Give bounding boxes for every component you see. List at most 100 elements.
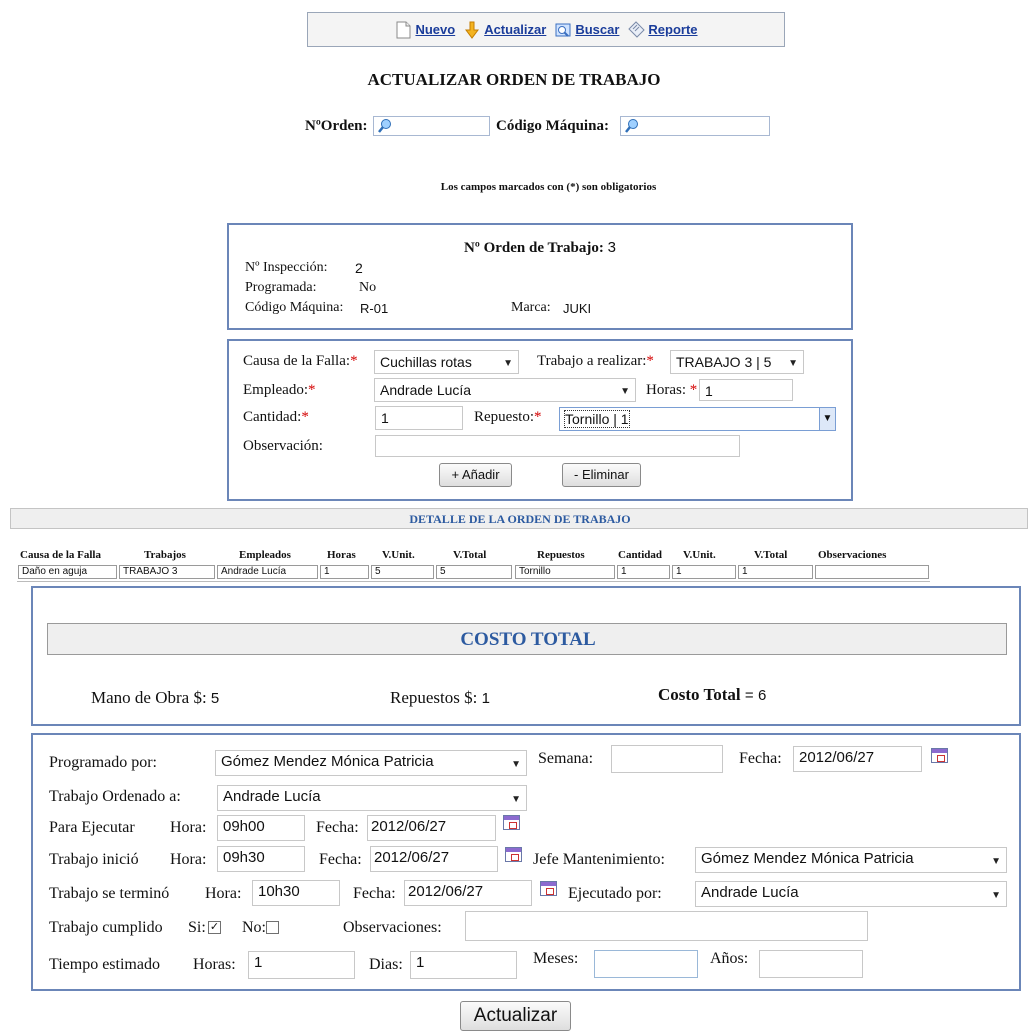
fecha-label: Fecha:: [739, 750, 782, 767]
td-observaciones: [815, 565, 929, 579]
empleado-label: Empleado:*: [243, 382, 316, 398]
chevron-down-icon: ▼: [991, 856, 1001, 867]
search-icon: [377, 119, 393, 135]
toolbar-reporte[interactable]: Reporte: [627, 20, 698, 39]
causa-select[interactable]: Cuchillas rotas ▼: [374, 350, 519, 374]
mano-obra: Mano de Obra $: 5: [91, 688, 219, 708]
th-cantidad: Cantidad: [618, 549, 663, 561]
toolbar: Nuevo Actualizar Buscar Reporte: [307, 12, 785, 47]
cost-title: COSTO TOTAL: [460, 629, 596, 650]
semana-input[interactable]: [611, 745, 723, 773]
termino-hora-input[interactable]: 10h30: [252, 880, 340, 906]
jefe-select[interactable]: Gómez Mendez Mónica Patricia ▼: [695, 847, 1007, 873]
td-vunit-repuesto: 1: [672, 565, 736, 579]
programado-select[interactable]: Gómez Mendez Mónica Patricia ▼: [215, 750, 527, 776]
codigo-maquina-value: R-01: [360, 301, 389, 316]
jefe-label: Jefe Mantenimiento:: [533, 851, 665, 868]
ejecutado-label: Ejecutado por:: [568, 885, 662, 902]
summary-panel: Nº Orden de Trabajo: 3 Nº Inspección: 2 …: [227, 223, 853, 330]
th-vtotal-repuesto: V.Total: [754, 549, 788, 561]
marca-value: JUKI: [563, 301, 592, 316]
programada-value: No: [359, 280, 377, 295]
detail-header-bar: DETALLE DE LA ORDEN DE TRABAJO: [10, 508, 1028, 529]
ejecutar-hora-input[interactable]: 09h00: [217, 815, 305, 841]
orden-trabajo-value: 3: [607, 239, 616, 256]
th-repuestos: Repuestos: [537, 549, 585, 561]
ejecutar-fecha-input[interactable]: 2012/06/27: [367, 815, 496, 841]
causa-label: Causa de la Falla:*: [243, 353, 358, 369]
orden-search-input[interactable]: [373, 116, 490, 136]
termino-fecha-input[interactable]: 2012/06/27: [404, 880, 532, 906]
horas-input[interactable]: 1: [699, 379, 793, 401]
calendar-icon[interactable]: [503, 815, 520, 830]
orden-trabajo-heading: Nº Orden de Trabajo: 3: [229, 239, 851, 257]
page-title: ACTUALIZAR ORDEN DE TRABAJO: [367, 70, 661, 89]
repuestos-cost-value: 1: [481, 690, 490, 707]
codigo-search-input[interactable]: [620, 116, 770, 136]
trabajo-select[interactable]: TRABAJO 3 | 5 ▼: [670, 350, 804, 374]
cantidad-label: Cantidad:*: [243, 409, 309, 425]
th-vunit-repuesto: V.Unit.: [683, 549, 716, 561]
buscar-link[interactable]: Buscar: [575, 22, 619, 37]
detail-title: DETALLE DE LA ORDEN DE TRABAJO: [409, 512, 631, 526]
inicio-label: Trabajo inició: [49, 851, 139, 868]
inicio-hora-input[interactable]: 09h30: [217, 846, 305, 872]
inicio-fecha-input[interactable]: 2012/06/27: [370, 846, 498, 872]
costo-total-value: 6: [757, 687, 767, 704]
inspeccion-value: 2: [355, 260, 363, 276]
dias-label: Dias:: [369, 956, 403, 973]
actualizar-button[interactable]: Actualizar: [460, 1001, 571, 1031]
repuestos-cost: Repuestos $: 1: [390, 688, 490, 708]
actualizar-link[interactable]: Actualizar: [484, 22, 546, 37]
no-checkbox[interactable]: [266, 921, 279, 934]
calendar-icon[interactable]: [931, 748, 948, 763]
chevron-down-icon: ▼: [503, 358, 513, 369]
search-icon: [624, 119, 640, 135]
cantidad-input[interactable]: 1: [375, 406, 463, 430]
nuevo-link[interactable]: Nuevo: [415, 22, 455, 37]
programada-label: Programada:: [245, 280, 317, 295]
chevron-down-icon: ▼: [819, 408, 835, 430]
observacion-label: Observación:: [243, 438, 323, 454]
toolbar-buscar[interactable]: Buscar: [554, 21, 619, 39]
termino-hora-label: Hora:: [205, 885, 242, 902]
calendar-icon[interactable]: [540, 881, 557, 896]
chevron-down-icon: ▼: [511, 759, 521, 770]
observaciones-input[interactable]: [465, 911, 868, 941]
ordenado-select[interactable]: Andrade Lucía ▼: [217, 785, 527, 811]
th-vtotal: V.Total: [453, 549, 487, 561]
td-empleado: Andrade Lucía: [217, 565, 318, 579]
fecha-input[interactable]: 2012/06/27: [793, 746, 922, 772]
si-checkbox[interactable]: ✓: [208, 921, 221, 934]
horas-label: Horas: *: [646, 382, 698, 398]
dias-input[interactable]: 1: [410, 951, 517, 979]
empleado-select[interactable]: Andrade Lucía ▼: [374, 378, 636, 402]
update-arrow-icon: [463, 21, 481, 39]
costo-total-label: Costo Total: [658, 685, 741, 704]
ejecutado-select[interactable]: Andrade Lucía ▼: [695, 881, 1007, 907]
th-observaciones: Observaciones: [818, 549, 887, 561]
reporte-link[interactable]: Reporte: [648, 22, 697, 37]
meses-input[interactable]: [594, 950, 698, 978]
anos-input[interactable]: [759, 950, 863, 978]
toolbar-nuevo[interactable]: Nuevo: [394, 21, 455, 39]
repuesto-select[interactable]: Tornillo | 1 ▼: [559, 407, 836, 431]
estimado-horas-input[interactable]: 1: [248, 951, 355, 979]
observacion-input[interactable]: [375, 435, 740, 457]
chevron-down-icon: ▼: [991, 890, 1001, 901]
add-button[interactable]: + Añadir: [439, 463, 512, 487]
programado-label: Programado por:: [49, 754, 157, 771]
anos-label: Años:: [710, 950, 749, 967]
semana-label: Semana:: [538, 750, 594, 767]
remove-button[interactable]: - Eliminar: [562, 463, 641, 487]
cost-panel: COSTO TOTAL Mano de Obra $: 5 Repuestos …: [31, 586, 1021, 726]
toolbar-actualizar[interactable]: Actualizar: [463, 21, 546, 39]
costo-total-eq: =: [744, 687, 754, 704]
td-vtotal: 5: [436, 565, 512, 579]
no-label: No:: [242, 919, 266, 936]
orden-trabajo-label: Nº Orden de Trabajo:: [464, 240, 604, 256]
cost-header-bar: COSTO TOTAL: [47, 623, 1007, 655]
td-repuesto: Tornillo: [515, 565, 615, 579]
calendar-icon[interactable]: [505, 847, 522, 862]
inicio-hora-label: Hora:: [170, 851, 207, 868]
